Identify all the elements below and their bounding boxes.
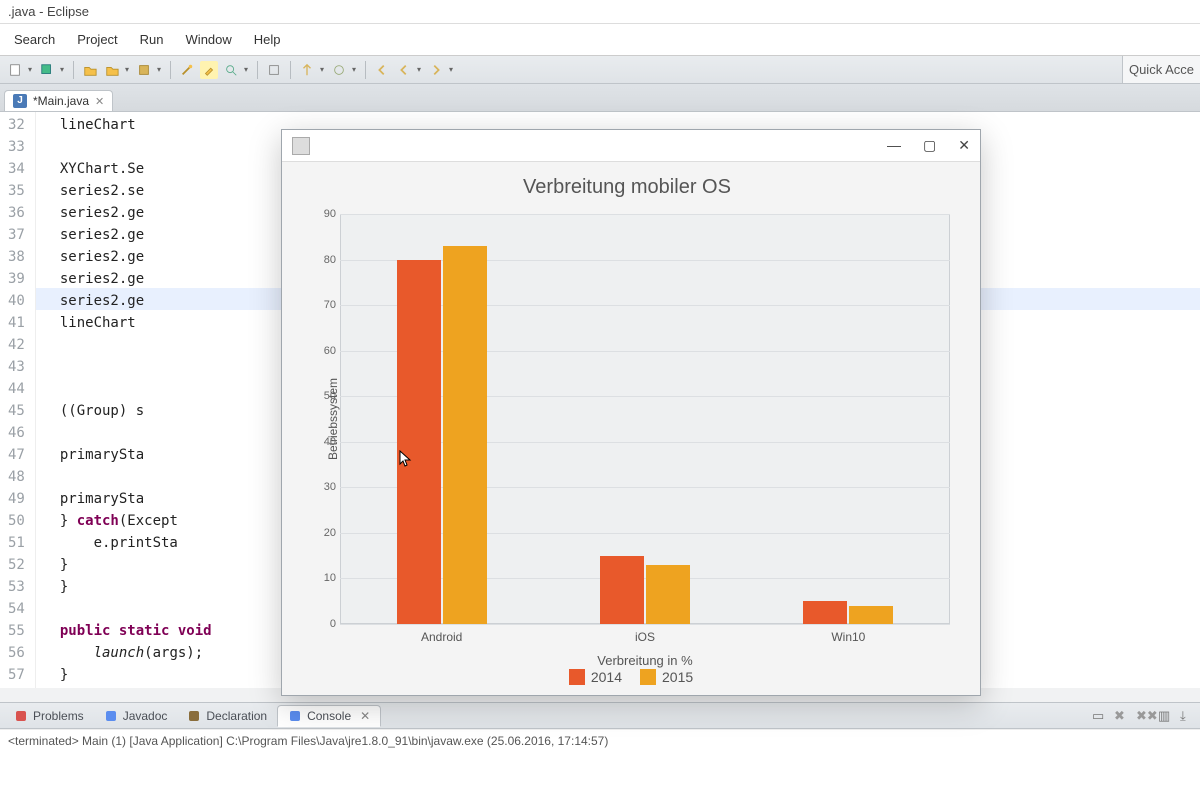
chart-bar [849, 606, 893, 624]
chart-y-tick: 80 [312, 254, 336, 266]
chart-plot-area: Betriebssystem Verbreitung in % 01020304… [340, 214, 950, 624]
chart-y-tick: 50 [312, 390, 336, 402]
bottom-tab-declaration[interactable]: Declaration [177, 706, 277, 726]
menu-search[interactable]: Search [4, 29, 65, 50]
chart-y-tick: 60 [312, 345, 336, 357]
chart-y-tick: 40 [312, 436, 336, 448]
skip-dropdown[interactable] [320, 65, 326, 74]
editor-tabstrip: J *Main.java ✕ [0, 84, 1200, 112]
bottom-view-tabstrip: ProblemsJavadocDeclarationConsole ✕ ▭ ✖ … [0, 702, 1200, 729]
open-type-icon[interactable] [81, 61, 99, 79]
close-window-icon[interactable]: ✕ [958, 137, 970, 154]
toolbar-separator [290, 61, 291, 79]
chart-window-titlebar[interactable]: — ▢ ✕ [282, 130, 980, 162]
chart-bar [443, 246, 487, 624]
chart-y-tick: 0 [312, 618, 336, 630]
bottom-tab-problems[interactable]: Problems [4, 706, 94, 726]
chart-bar [397, 260, 441, 624]
display-selected-icon[interactable]: ▥ [1158, 708, 1174, 724]
back2-icon[interactable] [395, 61, 413, 79]
menu-project[interactable]: Project [67, 29, 127, 50]
forward-icon[interactable] [427, 61, 445, 79]
line-number-gutter: 3233343536373839404142434445464748495051… [0, 112, 36, 702]
chart-x-axis-label: Verbreitung in % [597, 653, 692, 668]
chart-bar [646, 565, 690, 624]
menu-run[interactable]: Run [130, 29, 174, 50]
chart-x-tick: Win10 [831, 630, 865, 644]
window-title: .java - Eclipse [8, 4, 89, 19]
maximize-icon[interactable]: ▢ [923, 137, 936, 154]
chart-y-tick: 30 [312, 481, 336, 493]
chart-bar [803, 601, 847, 624]
menu-help[interactable]: Help [244, 29, 291, 50]
step-dropdown[interactable] [352, 65, 358, 74]
package-icon[interactable] [135, 61, 153, 79]
chart-legend-item: 2014 [569, 669, 622, 685]
new-icon[interactable] [6, 61, 24, 79]
bottom-tab-console[interactable]: Console ✕ [277, 705, 381, 727]
remove-icon[interactable]: ✖ [1114, 708, 1130, 724]
save-all-icon[interactable] [38, 61, 56, 79]
search-icon[interactable] [222, 61, 240, 79]
chart-x-tick: Android [421, 630, 462, 644]
chart-legend: 2014 2015 [282, 669, 980, 685]
pin-icon[interactable]: ▭ [1092, 708, 1108, 724]
wand-icon[interactable] [178, 61, 196, 79]
chart-y-tick: 90 [312, 208, 336, 220]
chart-legend-item: 2015 [640, 669, 693, 685]
remove-all-icon[interactable]: ✖✖ [1136, 708, 1152, 724]
open-resource-icon[interactable] [103, 61, 121, 79]
console-line: <terminated> Main (1) [Java Application]… [8, 734, 608, 748]
menu-bar: SearchProjectRunWindowHelp [0, 24, 1200, 56]
chart-y-tick: 70 [312, 299, 336, 311]
chart-title: Verbreitung mobiler OS [292, 176, 962, 199]
chart-y-tick: 20 [312, 527, 336, 539]
open-dropdown[interactable] [125, 65, 131, 74]
minimize-icon[interactable]: — [887, 137, 901, 154]
toolbar-separator [257, 61, 258, 79]
skip-icon[interactable] [298, 61, 316, 79]
package-dropdown[interactable] [157, 65, 163, 74]
window-titlebar: .java - Eclipse [0, 0, 1200, 24]
bottom-tab-javadoc[interactable]: Javadoc [94, 706, 178, 726]
new-dropdown[interactable] [28, 65, 34, 74]
menu-window[interactable]: Window [176, 29, 242, 50]
scroll-lock-icon[interactable]: ⤓ [1180, 708, 1196, 724]
console-output: <terminated> Main (1) [Java Application]… [0, 729, 1200, 752]
chart-bar [600, 556, 644, 624]
chart-app-window[interactable]: — ▢ ✕ Verbreitung mobiler OS Betriebssys… [281, 129, 981, 696]
step-icon[interactable] [330, 61, 348, 79]
highlight-icon[interactable] [200, 61, 218, 79]
save-dropdown[interactable] [60, 65, 66, 74]
search-dropdown[interactable] [244, 65, 250, 74]
quick-access-label: Quick Acce [1129, 62, 1194, 77]
back-icon[interactable] [373, 61, 391, 79]
toolbar-separator [365, 61, 366, 79]
close-icon[interactable]: ✕ [360, 709, 370, 723]
forward-dropdown[interactable] [449, 65, 455, 74]
bottom-view-toolbar: ▭ ✖ ✖✖ ▥ ⤓ [1092, 708, 1196, 724]
close-icon[interactable]: ✕ [95, 95, 104, 108]
app-icon [292, 137, 310, 155]
toolbar-separator [170, 61, 171, 79]
nav-dropdown[interactable] [417, 65, 423, 74]
chart-x-tick: iOS [635, 630, 655, 644]
editor-tab-label: *Main.java [33, 94, 89, 108]
main-toolbar: Quick Acce [0, 56, 1200, 84]
java-file-icon: J [13, 94, 27, 108]
chart-canvas: Verbreitung mobiler OS Betriebssystem Ve… [282, 162, 980, 695]
toolbar-separator [73, 61, 74, 79]
quick-access-field[interactable]: Quick Acce [1122, 56, 1200, 83]
editor-tab-main[interactable]: J *Main.java ✕ [4, 90, 113, 111]
chart-y-tick: 10 [312, 572, 336, 584]
toggle-breadcrumb-icon[interactable] [265, 61, 283, 79]
